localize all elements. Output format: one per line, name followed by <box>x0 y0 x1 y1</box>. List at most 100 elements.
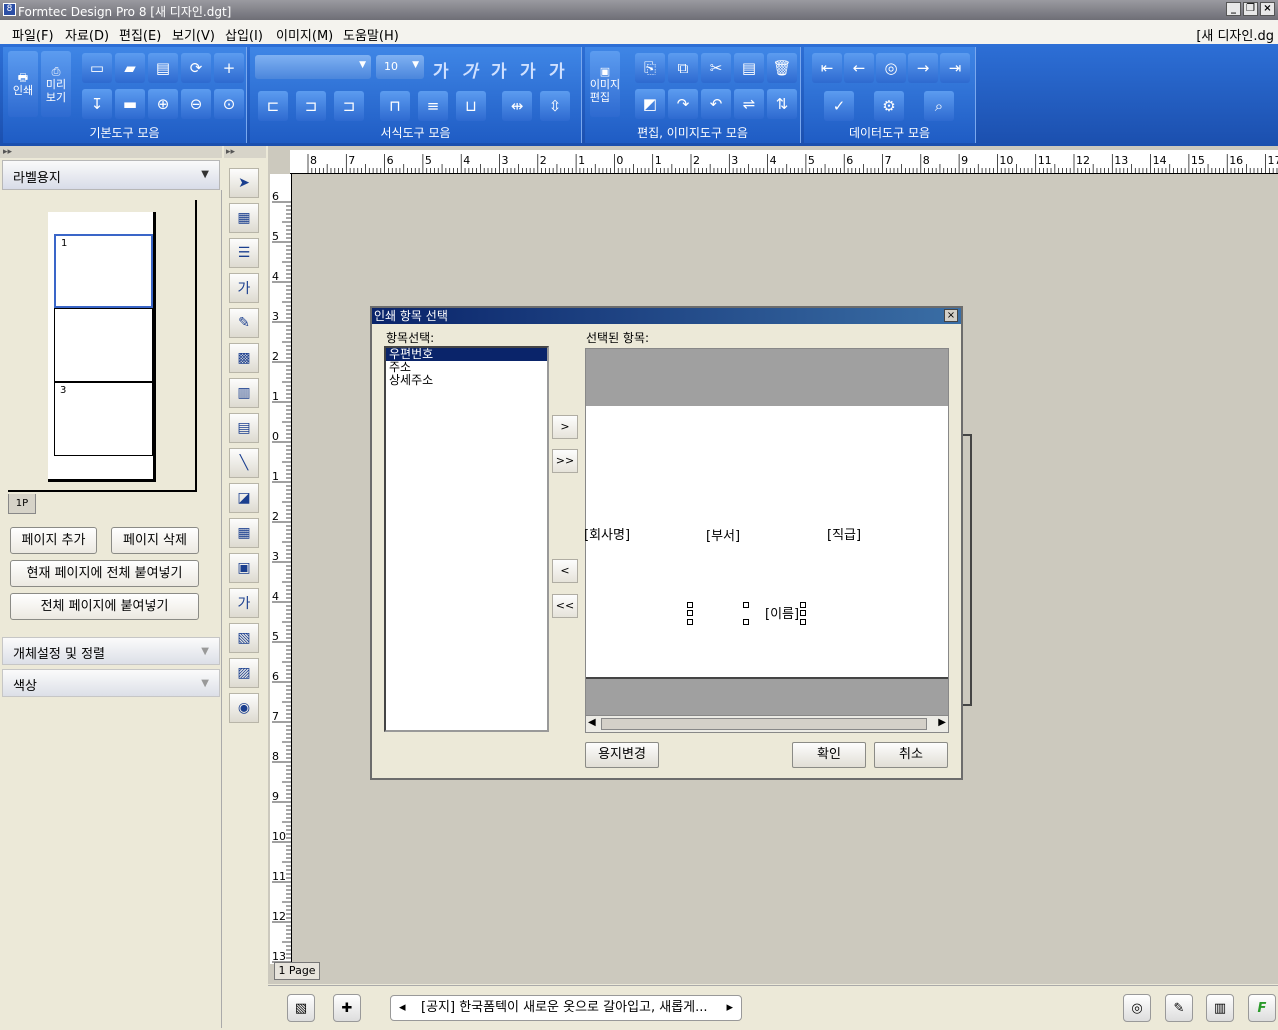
resize-handle[interactable] <box>743 602 749 608</box>
print-button[interactable]: 🖶 인쇄 <box>8 51 38 117</box>
pointer-icon[interactable]: ➤ <box>229 168 259 198</box>
shape-icon[interactable]: ◪ <box>229 483 259 513</box>
left-panel-collapse[interactable]: ▸▸ <box>0 146 222 158</box>
blank-page-icon[interactable]: ▬ <box>115 89 145 119</box>
object-settings-panel[interactable]: 개체설정 및 정렬 ▼ <box>2 637 220 665</box>
font-color-icon[interactable]: 가 <box>549 57 565 82</box>
menu-image[interactable]: 이미지(M) <box>276 25 333 44</box>
clipart-icon[interactable]: ▧ <box>287 994 315 1022</box>
field-name[interactable]: [이름] <box>765 603 799 622</box>
italic-icon[interactable]: 가 <box>462 57 478 82</box>
scrollbar-thumb[interactable] <box>601 718 927 730</box>
remove-all-items-button[interactable]: << <box>552 594 578 618</box>
paste-current-page-button[interactable]: 현재 페이지에 전체 붙여넣기 <box>10 560 199 587</box>
wordart-icon[interactable]: 가 <box>229 588 259 618</box>
label-cell[interactable]: 3 <box>54 382 153 456</box>
new-label-icon[interactable]: ✚ <box>333 994 361 1022</box>
barcode2-icon[interactable]: ▤ <box>229 413 259 443</box>
refresh-icon[interactable]: ⟳ <box>181 53 211 83</box>
zoom-in-icon[interactable]: ⊕ <box>148 89 178 119</box>
color-panel[interactable]: 색상 ▼ <box>2 669 220 697</box>
resize-handle[interactable] <box>800 602 806 608</box>
restore-button[interactable]: ❐ <box>1243 2 1258 16</box>
data-find-icon[interactable]: ⌕ <box>924 91 954 121</box>
clipart-icon[interactable]: ▧ <box>229 623 259 653</box>
open-folder-icon[interactable]: ▰ <box>115 53 145 83</box>
bold-icon[interactable]: 가 <box>433 57 449 82</box>
save-icon[interactable]: ▤ <box>148 53 178 83</box>
label-cell[interactable] <box>54 308 153 382</box>
cancel-button[interactable]: 취소 <box>874 742 948 768</box>
scroll-right-icon[interactable]: ▶ <box>938 717 946 728</box>
field-position[interactable]: [직급] <box>827 524 861 543</box>
preview-button[interactable]: ⎙ 미리 보기 <box>41 51 71 117</box>
text-style-icon[interactable]: 가 <box>229 273 259 303</box>
import-icon[interactable]: ↧ <box>82 89 112 119</box>
cut-icon[interactable]: ✂ <box>701 53 731 83</box>
undo-icon[interactable]: ↶ <box>701 89 731 119</box>
disc-icon[interactable]: ◎ <box>1123 994 1151 1022</box>
resize-handle[interactable] <box>687 602 693 608</box>
next-arrow-icon[interactable]: ▸ <box>726 996 733 1020</box>
menu-edit[interactable]: 편집(E) <box>119 25 161 44</box>
copy-icon[interactable]: ⎘ <box>635 53 665 83</box>
align-middle-icon[interactable]: ≡ <box>418 91 448 121</box>
news-text[interactable]: [공지] 한국폼텍이 새로운 옷으로 갈아입고, 새롭게... <box>421 1000 708 1015</box>
redo-icon[interactable]: ↷ <box>668 89 698 119</box>
dialog-close-button[interactable]: × <box>944 309 958 322</box>
align-center-icon[interactable]: ⊐ <box>296 91 326 121</box>
add-page-icon[interactable]: + <box>214 53 244 83</box>
rotate-icon[interactable]: ◩ <box>635 89 665 119</box>
resize-handle[interactable] <box>687 619 693 625</box>
media-disc-icon[interactable]: ◉ <box>229 693 259 723</box>
field-company[interactable]: [회사명] <box>584 524 630 543</box>
data-check-icon[interactable]: ✓ <box>824 91 854 121</box>
distribute-h-icon[interactable]: ⇹ <box>502 91 532 121</box>
menu-file[interactable]: 파일(F) <box>12 25 54 44</box>
ok-button[interactable]: 확인 <box>792 742 866 768</box>
resize-handle[interactable] <box>800 619 806 625</box>
barcode-icon[interactable]: ▥ <box>229 378 259 408</box>
note-icon[interactable]: ✎ <box>1165 994 1193 1022</box>
data-search-icon[interactable]: ◎ <box>876 53 906 83</box>
table-icon[interactable]: ▦ <box>229 518 259 548</box>
delete-icon[interactable]: 🗑 <box>767 53 797 83</box>
list-item[interactable]: 상세주소 <box>386 374 547 387</box>
label-cell[interactable]: 1 <box>54 234 153 308</box>
add-all-items-button[interactable]: >> <box>552 449 578 473</box>
zoom-fit-icon[interactable]: ⊙ <box>214 89 244 119</box>
formtec-logo-icon[interactable]: F <box>1248 994 1276 1022</box>
add-page-button[interactable]: 페이지 추가 <box>10 527 97 554</box>
line-icon[interactable]: ╲ <box>229 448 259 478</box>
scroll-left-icon[interactable]: ◀ <box>588 717 596 728</box>
close-button[interactable]: × <box>1260 2 1275 16</box>
resize-handle[interactable] <box>743 619 749 625</box>
flip-h-icon[interactable]: ⇌ <box>734 89 764 119</box>
align-top-icon[interactable]: ⊓ <box>380 91 410 121</box>
minimize-button[interactable]: _ <box>1226 2 1241 16</box>
paste-icon[interactable]: ▤ <box>734 53 764 83</box>
selected-items-preview[interactable]: [회사명] [부서] [직급] [이름] ◀ ▶ <box>584 348 949 733</box>
horizontal-scrollbar[interactable]: ◀ ▶ <box>586 715 948 732</box>
zoom-out-icon[interactable]: ⊖ <box>181 89 211 119</box>
data-field-icon[interactable]: ▦ <box>229 203 259 233</box>
delete-page-button[interactable]: 페이지 삭제 <box>111 527 199 554</box>
menu-insert[interactable]: 삽입(I) <box>225 25 263 44</box>
outline-icon[interactable]: 가 <box>491 57 507 82</box>
resize-handle[interactable] <box>687 610 693 616</box>
font-name-combo[interactable]: ▼ <box>255 55 371 79</box>
new-file-icon[interactable]: ▭ <box>82 53 112 83</box>
data-prev-icon[interactable]: ← <box>844 53 874 83</box>
menu-data[interactable]: 자료(D) <box>65 25 109 44</box>
data-last-icon[interactable]: ⇥ <box>940 53 970 83</box>
label-paper-dropdown[interactable]: 라벨용지 ▼ <box>2 160 220 190</box>
menu-view[interactable]: 보기(V) <box>172 25 215 44</box>
remove-item-button[interactable]: < <box>552 559 578 583</box>
align-left-icon[interactable]: ⊏ <box>258 91 288 121</box>
change-paper-button[interactable]: 용지변경 <box>585 742 659 768</box>
qrcode-icon[interactable]: ▩ <box>229 343 259 373</box>
menu-help[interactable]: 도움말(H) <box>343 25 399 44</box>
underline-icon[interactable]: 가 <box>520 57 536 82</box>
distribute-v-icon[interactable]: ⇳ <box>540 91 570 121</box>
page-tab[interactable]: 1P <box>8 494 36 514</box>
